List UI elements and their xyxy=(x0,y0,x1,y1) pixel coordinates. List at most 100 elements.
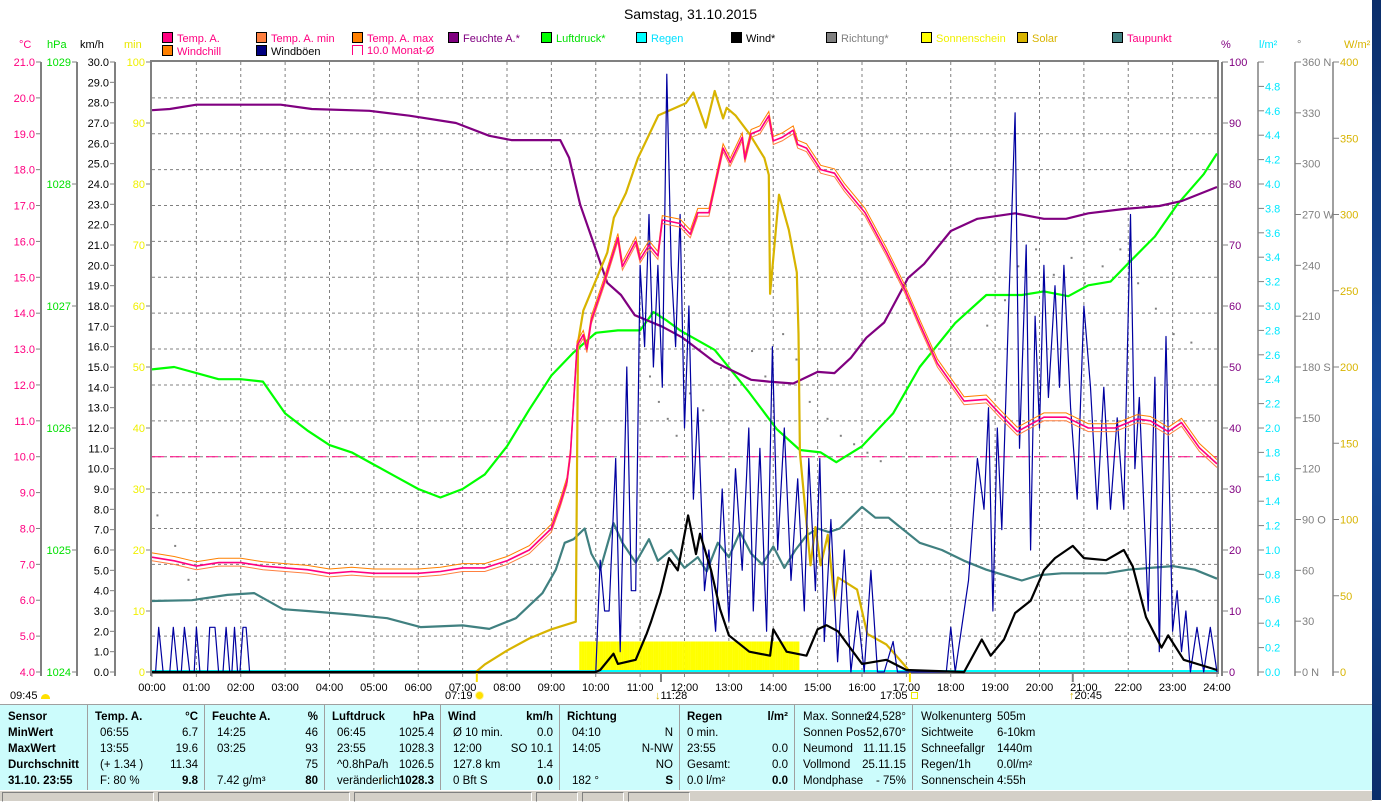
axis-label-rain: 4.4 xyxy=(1265,130,1280,142)
axis-label-wind: 11.0 xyxy=(88,443,109,455)
axis-label-rain: 3.2 xyxy=(1265,277,1280,289)
legend-item: Wind* xyxy=(731,32,775,45)
axis-label-temp: 21.0 xyxy=(14,57,35,69)
legend-item: Regen xyxy=(636,32,683,45)
direction-point xyxy=(174,544,177,547)
x-tick-label: 04:00 xyxy=(316,682,344,694)
direction-point xyxy=(1119,248,1122,251)
moonrise-event: ↑20:45 xyxy=(1069,690,1102,702)
axis-label-solar: 0 xyxy=(1340,667,1346,679)
axis-label-dir: 0 N xyxy=(1302,667,1319,679)
axis-label-temp: 10.0 xyxy=(14,452,35,464)
axis-label-rain: 2.4 xyxy=(1265,374,1280,386)
x-tick-label: 20:00 xyxy=(1026,682,1054,694)
axis-label-wind: 18.0 xyxy=(88,301,109,313)
legend-label: Windböen xyxy=(271,46,321,58)
axis-label-wind: 27.0 xyxy=(88,118,109,130)
x-tick-label: 02:00 xyxy=(227,682,255,694)
axis-label-solar: 50 xyxy=(1340,591,1352,603)
row-label: MaxWert xyxy=(8,743,56,755)
axis-label-wind: 22.0 xyxy=(88,220,109,232)
legend-swatch xyxy=(921,32,932,43)
direction-point xyxy=(733,383,736,386)
legend-swatch xyxy=(256,45,267,56)
axis-label-press: 1025 xyxy=(47,545,71,557)
x-tick-label: 05:00 xyxy=(360,682,388,694)
legend-label: Temp. A. xyxy=(177,33,220,45)
axis-label-dir: 180 S xyxy=(1302,362,1331,374)
direction-point xyxy=(853,443,856,446)
weather-value: 4:55h xyxy=(997,775,1026,787)
axis-label-temp: 4.0 xyxy=(20,667,35,679)
moonset-time: 11:28 xyxy=(660,690,688,702)
x-tick-label: 06:00 xyxy=(404,682,432,694)
legend-swatch xyxy=(256,32,267,43)
astro-value: 24,528° xyxy=(866,711,906,723)
axis-label-temp: 15.0 xyxy=(14,272,35,284)
direction-point xyxy=(666,417,669,420)
axis-label-rain: 0.0 xyxy=(1265,667,1280,679)
axis-label-wind: 29.0 xyxy=(88,77,109,89)
weather-value: 1440m xyxy=(997,743,1033,755)
series-windböen xyxy=(152,73,1218,673)
legend-item: Temp. A. xyxy=(162,32,220,45)
direction-point xyxy=(866,451,869,454)
status-panel xyxy=(628,792,690,802)
axis-label-press: 1026 xyxy=(47,423,71,435)
direction-point xyxy=(986,324,989,327)
status-panel xyxy=(536,792,578,802)
legend-swatch xyxy=(826,32,837,43)
legend-label: Sonnenschein xyxy=(936,33,1006,45)
row-label: 31.10. 23:55 xyxy=(8,775,73,787)
axis-label-rain: 1.2 xyxy=(1265,521,1280,533)
axis-label-wind: 28.0 xyxy=(88,98,109,110)
axis-label-rain: 0.8 xyxy=(1265,569,1280,581)
status-panel xyxy=(354,792,532,802)
axis-label-wind: 9.0 xyxy=(94,484,109,496)
axis-label-min: 0 xyxy=(139,667,145,679)
axis-label-temp: 9.0 xyxy=(20,488,35,500)
axis-label-dir: 90 O xyxy=(1302,515,1326,527)
axis-label-wind: 16.0 xyxy=(88,342,109,354)
table-header: Richtung xyxy=(567,711,617,723)
legend-swatch xyxy=(352,32,363,43)
axis-label-wind: 23.0 xyxy=(88,199,109,211)
axis-label-dir: 60 xyxy=(1302,565,1314,577)
sunshine-start-event: 09:45 xyxy=(10,690,50,702)
axis-label-wind: 26.0 xyxy=(88,138,109,150)
direction-point xyxy=(649,375,651,378)
weather-chart: 4.0 5.0 6.0 7.0 8.0 9.0 10.0 11.0 12.0 13.0 14.0 15… xyxy=(14,57,1359,694)
x-tick-label: 10:00 xyxy=(582,682,610,694)
axis-label-dir: 150 xyxy=(1302,413,1320,425)
direction-point xyxy=(751,350,754,353)
axis-label-solar: 300 xyxy=(1340,210,1358,222)
unit-solar: W/m² xyxy=(1344,39,1371,51)
table-cell-value: 0.0 xyxy=(772,775,788,787)
unit-celsius: °C xyxy=(19,39,32,51)
x-tick-label: 01:00 xyxy=(183,682,211,694)
x-tick-label: 15:00 xyxy=(804,682,832,694)
series-solar xyxy=(475,89,911,673)
legend-item: Temp. A. max xyxy=(352,32,434,45)
axis-label-wind: 17.0 xyxy=(88,321,109,333)
status-panel xyxy=(582,792,624,802)
axis-label-wind: 19.0 xyxy=(88,281,109,293)
axis-label-rain: 1.6 xyxy=(1265,472,1280,484)
table-cell-value: S xyxy=(665,775,673,787)
axis-label-hum: 100 xyxy=(1229,57,1247,69)
legend-item: Windböen xyxy=(256,45,321,58)
table-cell-value: 0.0 xyxy=(537,775,553,787)
axis-label-dir: 120 xyxy=(1302,464,1320,476)
moonrise-time: 20:45 xyxy=(1074,690,1103,702)
axis-label-rain: 3.0 xyxy=(1265,301,1280,313)
axis-label-solar: 150 xyxy=(1340,438,1358,450)
legend-item: Sonnenschein xyxy=(921,32,1006,45)
axis-label-press: 1024 xyxy=(47,667,71,679)
weather-label: Schneefallgr xyxy=(921,743,985,755)
unit-degree: ° xyxy=(1297,39,1302,51)
axis-label-wind: 4.0 xyxy=(94,586,109,598)
sun-half-icon xyxy=(40,694,50,699)
table-unit: hPa xyxy=(412,711,434,723)
x-tick-label: 08:00 xyxy=(493,682,521,694)
axis-label-hum: 30 xyxy=(1229,484,1241,496)
